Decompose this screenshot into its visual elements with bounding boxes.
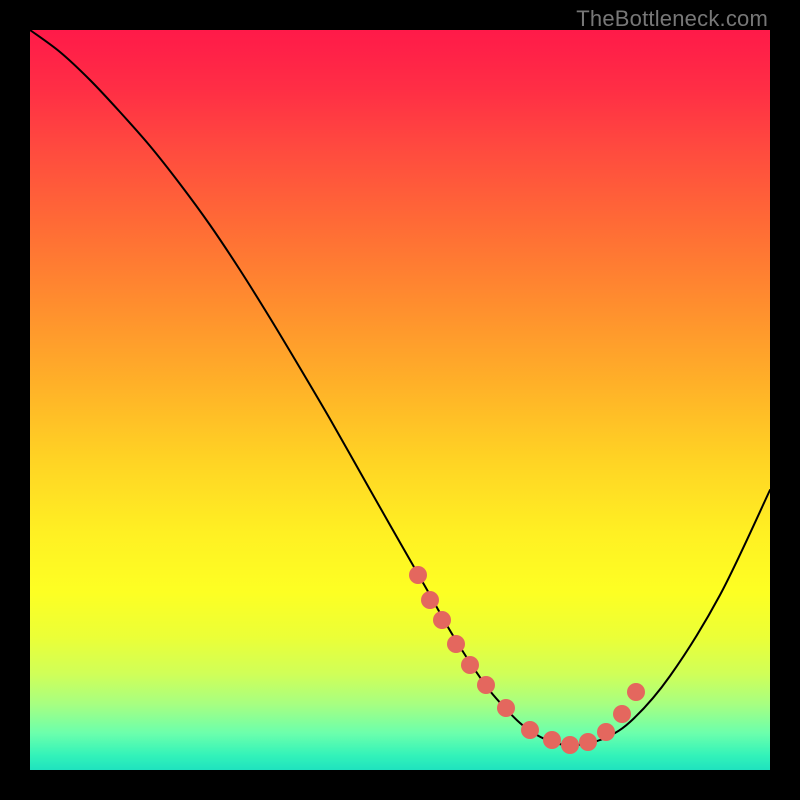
marker-dot (561, 736, 579, 754)
chart-svg (30, 30, 770, 770)
marker-dots (409, 566, 645, 754)
marker-dot (497, 699, 515, 717)
marker-dot (477, 676, 495, 694)
marker-dot (543, 731, 561, 749)
marker-dot (409, 566, 427, 584)
chart-area (30, 30, 770, 770)
marker-dot (461, 656, 479, 674)
marker-dot (447, 635, 465, 653)
marker-dot (627, 683, 645, 701)
marker-dot (433, 611, 451, 629)
marker-dot (421, 591, 439, 609)
watermark-text: TheBottleneck.com (576, 6, 768, 32)
marker-dot (521, 721, 539, 739)
marker-dot (597, 723, 615, 741)
bottleneck-curve (30, 30, 770, 745)
marker-dot (613, 705, 631, 723)
marker-dot (579, 733, 597, 751)
